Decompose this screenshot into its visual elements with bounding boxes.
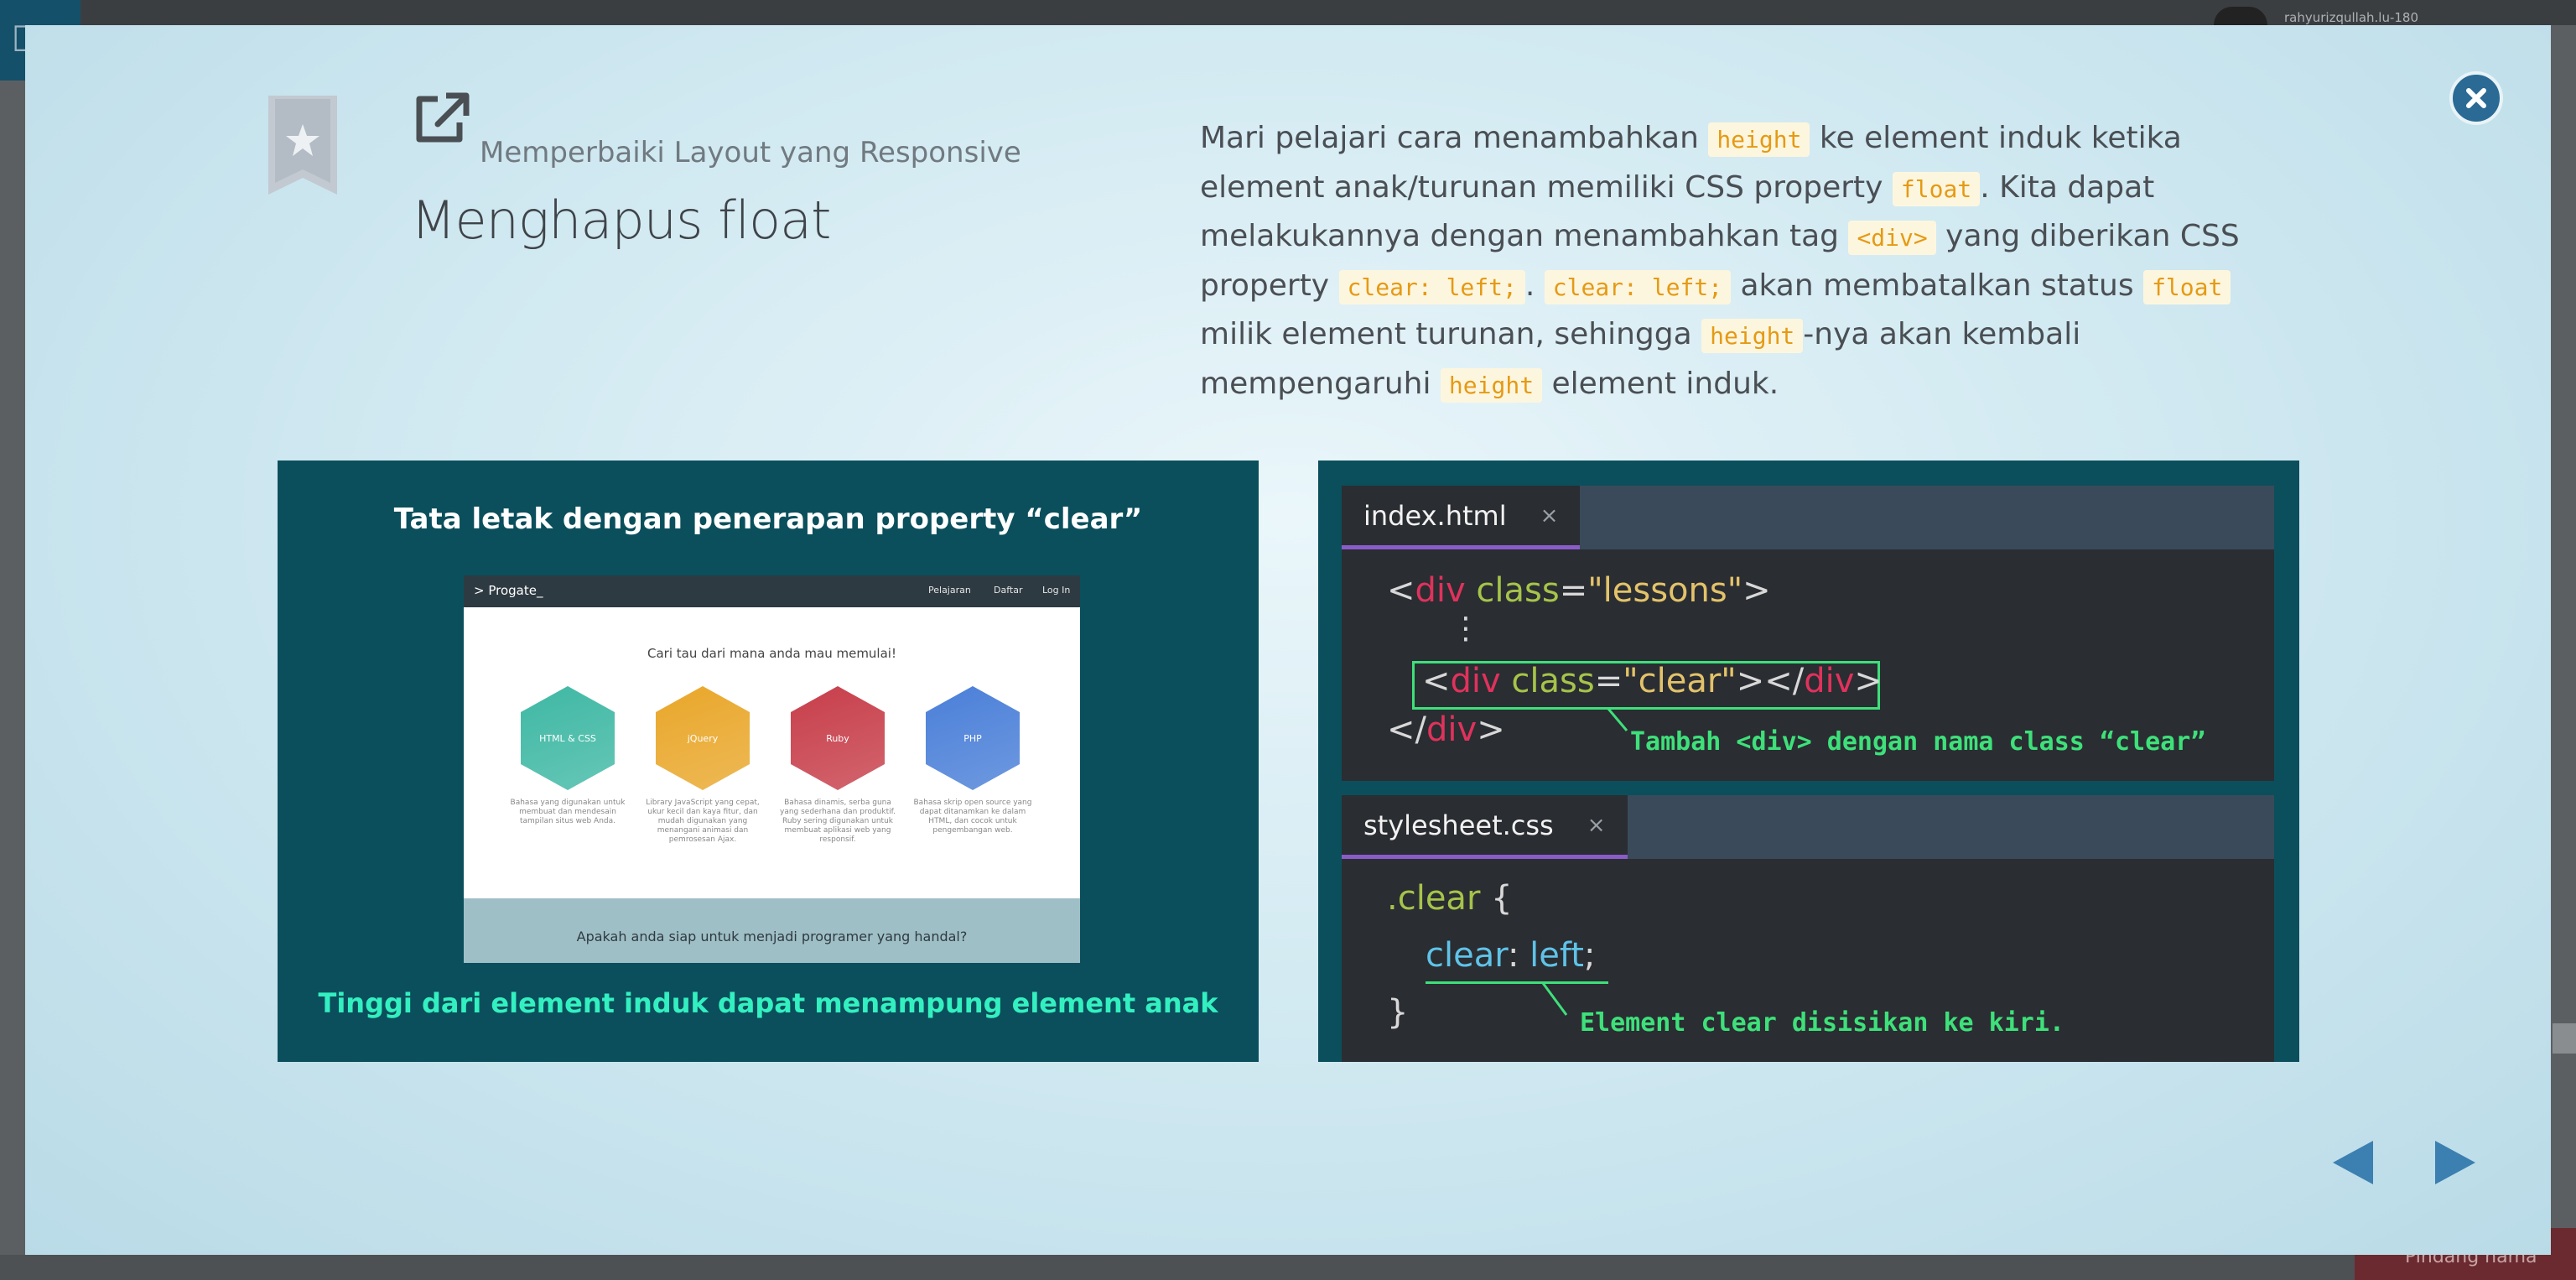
course-description: Bahasa yang digunakan untuk membuat dan … — [510, 799, 626, 825]
course-hexagon: HTML & CSS — [521, 686, 615, 790]
browser-footer-text: Apakah anda siap untuk menjadi programer… — [576, 929, 968, 944]
html-annotation: Tambah <div> dengan nama class “clear” — [1630, 727, 2206, 757]
course-hexagon: Ruby — [791, 686, 885, 790]
browser-heading: Cari tau dari mana anda mau memulai! — [647, 646, 896, 661]
desc-code: float — [2143, 269, 2231, 304]
course-hexagons: HTML & CSS Bahasa yang digunakan untuk m… — [464, 686, 1080, 904]
code-line: } — [1387, 993, 1408, 1032]
course-card: PHP Bahasa skrip open source yang dapat … — [906, 686, 1040, 835]
course-card: jQuery Library JavaScript yang cepat, uk… — [636, 686, 770, 845]
course-label: PHP — [963, 732, 982, 744]
background-avatar — [2214, 7, 2267, 25]
html-editor: index.html × <div class="lessons"> ⋮ <di… — [1342, 486, 2274, 781]
lesson-subtitle: Memperbaiki Layout yang Responsive — [480, 136, 1021, 169]
course-label: HTML & CSS — [539, 732, 596, 744]
desc-text: akan membatalkan status — [1731, 268, 2144, 303]
browser-mockup: > Progate_ Pelajaran Daftar Log In Cari … — [464, 575, 1080, 963]
desc-code: height — [1708, 122, 1810, 157]
course-label: Ruby — [826, 732, 849, 744]
chevron-right-icon — [2435, 1141, 2475, 1184]
desc-text: element induk. — [1542, 366, 1779, 401]
desc-text: Mari pelajari cara menambahkan — [1200, 121, 1709, 155]
chevron-left-icon — [2333, 1141, 2373, 1184]
progate-logo: > Progate_ — [474, 583, 543, 598]
course-hexagon: jQuery — [656, 686, 750, 790]
browser-header: > Progate_ Pelajaran Daftar Log In — [464, 575, 1080, 607]
desc-code: height — [1701, 319, 1804, 354]
background-scrollbar — [2553, 1023, 2576, 1054]
slide-modal: Memperbaiki Layout yang Responsive Mengh… — [25, 25, 2551, 1255]
slide-code-example: index.html × <div class="lessons"> ⋮ <di… — [1318, 460, 2299, 1062]
desc-code: height — [1440, 367, 1543, 403]
close-button[interactable] — [2449, 71, 2503, 125]
desc-code: clear: left; — [1544, 269, 1732, 304]
css-editor: stylesheet.css × .clear { clear: left; }… — [1342, 795, 2274, 1062]
previous-slide-button[interactable] — [2329, 1139, 2378, 1186]
close-icon — [2466, 88, 2486, 108]
code-token: } — [1387, 993, 1409, 1032]
background-topbar — [0, 0, 2576, 25]
slide-description: Mari pelajari cara menambahkan height ke… — [1200, 115, 2290, 410]
slide-image-title: Tata letak dengan penerapan property “cl… — [393, 502, 1143, 536]
desc-code: clear: left; — [1338, 269, 1525, 304]
course-hexagon: PHP — [926, 686, 1020, 790]
slide-image-caption: Tinggi dari element induk dapat menampun… — [318, 987, 1218, 1019]
nav-link-login: Log In — [1042, 585, 1071, 596]
next-slide-button[interactable] — [2430, 1139, 2479, 1186]
course-description: Bahasa dinamis, serba guna yang sederhan… — [780, 799, 896, 844]
desc-text: milik element turunan, sehingga — [1200, 317, 1702, 352]
slide-image-layout: Tata letak dengan penerapan property “cl… — [278, 460, 1259, 1062]
desc-code: float — [1892, 171, 1981, 206]
external-link-icon[interactable] — [413, 91, 471, 146]
course-label: jQuery — [687, 732, 719, 744]
css-annotation: Element clear disisikan ke kiri. — [1580, 1008, 2064, 1038]
background-bottombar — [0, 1255, 2576, 1280]
bookmark-star-icon[interactable] — [267, 96, 339, 195]
browser-footer: Apakah anda siap untuk menjadi programer… — [464, 898, 1080, 963]
nav-link-pelajaran: Pelajaran — [928, 585, 971, 596]
desc-code: <div> — [1848, 221, 1936, 256]
desc-text: . — [1524, 268, 1545, 303]
slide-title: Menghapus float — [411, 190, 831, 251]
course-card: Ruby Bahasa dinamis, serba guna yang sed… — [771, 686, 905, 845]
background-username: rahyurizqullah.lu-180 — [2284, 10, 2419, 25]
course-description: Bahasa skrip open source yang dapat dita… — [913, 799, 1032, 835]
course-card: HTML & CSS Bahasa yang digunakan untuk m… — [501, 686, 635, 826]
course-description: Library JavaScript yang cepat, ukur keci… — [646, 799, 760, 844]
nav-link-daftar: Daftar — [994, 585, 1023, 596]
